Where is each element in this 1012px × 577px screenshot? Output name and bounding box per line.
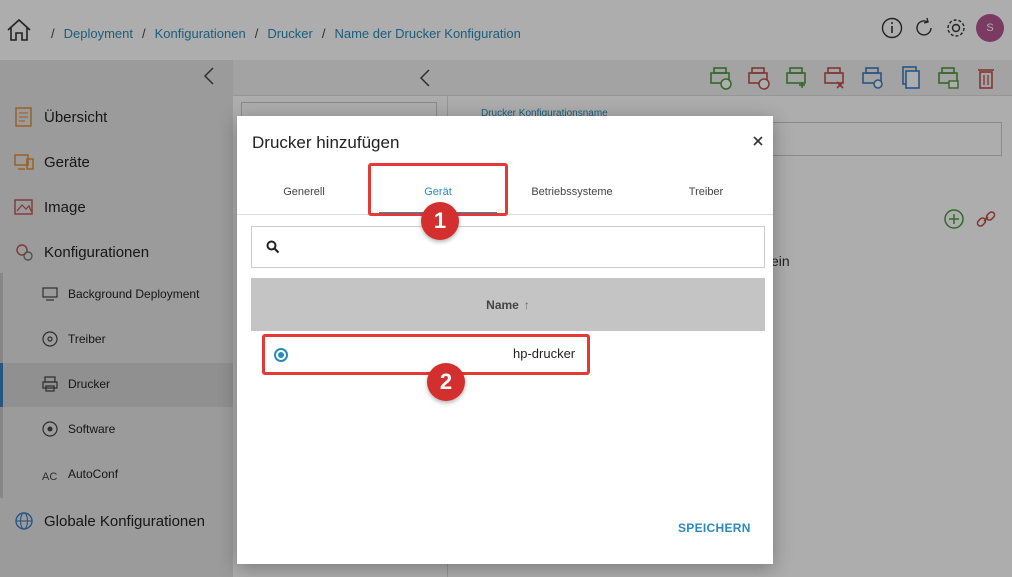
table-header-name[interactable]: Name ↑ xyxy=(251,278,765,331)
search-input[interactable] xyxy=(251,226,765,268)
tab-betriebssysteme[interactable]: Betriebssysteme xyxy=(505,169,639,214)
dialog-title: Drucker hinzufügen xyxy=(252,133,400,152)
tab-generell[interactable]: Generell xyxy=(237,169,371,214)
close-icon[interactable] xyxy=(751,134,765,148)
printer-name-cell: hp-drucker xyxy=(513,346,576,361)
dialog-tabs: Generell Gerät Betriebssysteme Treiber xyxy=(237,169,773,215)
table-row[interactable]: hp-drucker xyxy=(251,334,765,374)
step-badge-2: 2 xyxy=(427,363,465,401)
sort-ascending-icon: ↑ xyxy=(523,297,530,312)
tab-treiber[interactable]: Treiber xyxy=(639,169,773,214)
row-radio-button[interactable] xyxy=(274,348,288,362)
column-name-label: Name xyxy=(486,297,519,312)
search-icon xyxy=(266,240,280,254)
step-badge-1: 1 xyxy=(421,202,459,240)
save-button[interactable]: SPEICHERN xyxy=(678,521,751,535)
add-printer-dialog: Drucker hinzufügen Generell Gerät Betrie… xyxy=(237,116,773,564)
